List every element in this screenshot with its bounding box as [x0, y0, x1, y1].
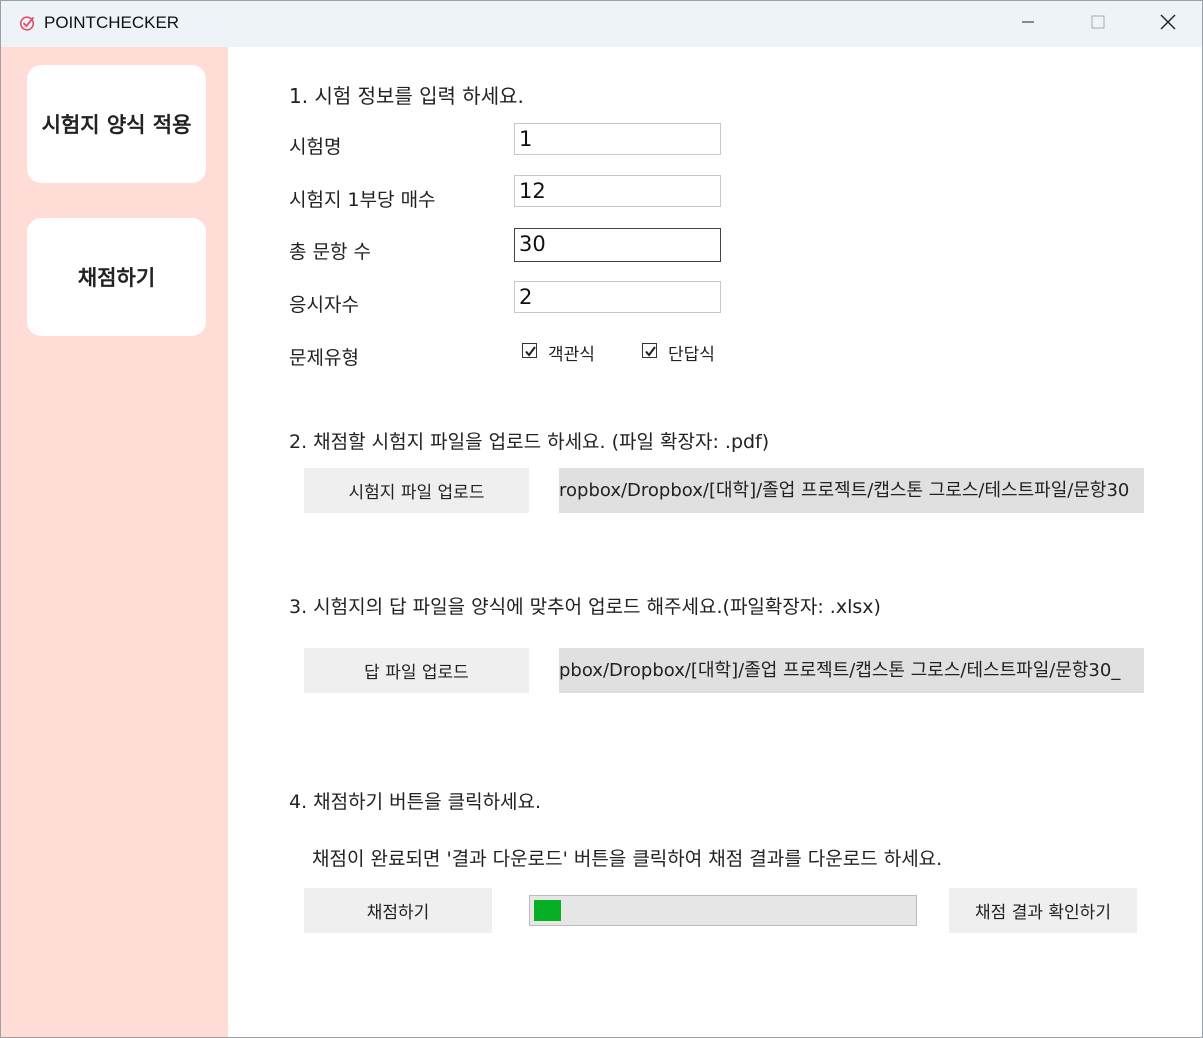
exam-file-path-text: ropbox/Dropbox/[대학]/졸업 프로젝트/캡스톤 그로스/테스트파… [559, 480, 1130, 501]
answer-file-path: pbox/Dropbox/[대학]/졸업 프로젝트/캡스톤 그로스/테스트파일/… [559, 648, 1144, 693]
app-window: POINTCHECKER 시험지 양식 적용 채점하기 1. 시험 정보를 입력… [0, 0, 1203, 1038]
examinees-label: 응시자수 [289, 294, 359, 316]
sidebar: 시험지 양식 적용 채점하기 [1, 47, 228, 1037]
pages-label: 시험지 1부당 매수 [289, 189, 436, 211]
minimize-icon [1020, 14, 1036, 34]
title-bar: POINTCHECKER [1, 1, 1202, 47]
grade-button[interactable]: 채점하기 [304, 888, 492, 933]
main-panel: 1. 시험 정보를 입력 하세요. 시험명 1 시험지 1부당 매수 12 총 … [229, 47, 1202, 1037]
questions-label: 총 문항 수 [289, 241, 371, 263]
view-results-button[interactable]: 채점 결과 확인하기 [949, 888, 1137, 933]
upload-answer-button[interactable]: 답 파일 업로드 [304, 648, 529, 693]
objective-label: 객관식 [548, 345, 595, 365]
maximize-icon [1090, 14, 1106, 34]
section2-heading: 2. 채점할 시험지 파일을 업로드 하세요. (파일 확장자: .pdf) [289, 431, 770, 453]
answer-file-path-text: pbox/Dropbox/[대학]/졸업 프로젝트/캡스톤 그로스/테스트파일/… [559, 660, 1121, 681]
section3-heading: 3. 시험지의 답 파일을 양식에 맞추어 업로드 해주세요.(파일확장자: .… [289, 596, 881, 618]
exam-file-path: ropbox/Dropbox/[대학]/졸업 프로젝트/캡스톤 그로스/테스트파… [559, 468, 1144, 513]
grade-nav-button[interactable]: 채점하기 [27, 218, 206, 336]
examinees-input[interactable]: 2 [514, 281, 721, 313]
progress-fill [534, 900, 561, 921]
short-answer-label: 단답식 [668, 345, 715, 365]
pages-input[interactable]: 12 [514, 175, 721, 207]
section1-heading: 1. 시험 정보를 입력 하세요. [289, 84, 524, 108]
question-type-label: 문제유형 [289, 347, 359, 369]
close-icon [1159, 13, 1177, 35]
window-title: POINTCHECKER [44, 13, 180, 32]
section4-heading: 4. 채점하기 버튼을 클릭하세요. [289, 791, 542, 813]
apply-template-button[interactable]: 시험지 양식 적용 [27, 65, 206, 183]
checkmark-icon [645, 346, 656, 357]
minimize-button[interactable] [993, 1, 1063, 47]
checkmark-icon [525, 346, 536, 357]
grading-progress-bar [529, 895, 917, 926]
section4-note: 채점이 완료되면 '결과 다운로드' 버튼을 클릭하여 채점 결과를 다운로드 … [312, 848, 943, 870]
exam-name-label: 시험명 [289, 136, 342, 158]
upload-exam-button[interactable]: 시험지 파일 업로드 [304, 468, 529, 513]
objective-checkbox[interactable] [522, 343, 537, 358]
close-button[interactable] [1133, 1, 1202, 47]
short-answer-checkbox[interactable] [642, 343, 657, 358]
questions-input[interactable]: 30 [514, 228, 721, 262]
maximize-button[interactable] [1063, 1, 1133, 47]
app-check-icon [19, 15, 35, 31]
exam-name-input[interactable]: 1 [514, 123, 721, 155]
